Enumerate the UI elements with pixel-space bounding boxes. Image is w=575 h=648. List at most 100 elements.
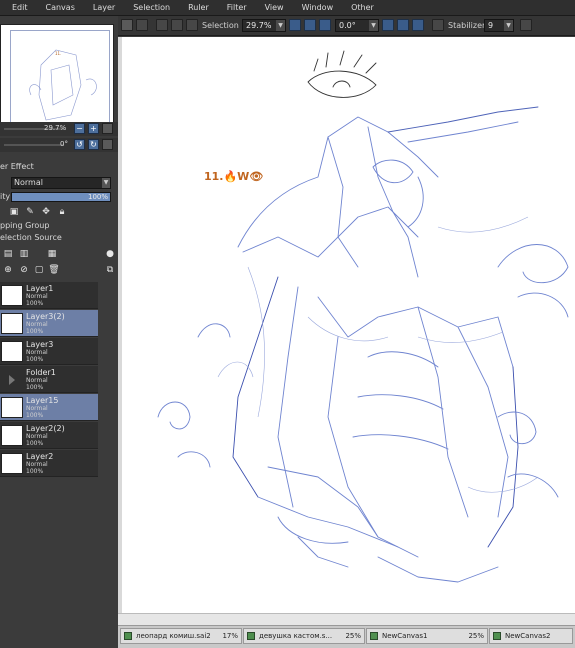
layer-name: Layer2: [26, 452, 54, 461]
clipping-group-label[interactable]: pping Group: [0, 221, 49, 230]
opacity-slider[interactable]: 100%: [11, 192, 111, 202]
layer-buttons-row1: ▤ ▥ ▦ ●: [0, 248, 118, 260]
layer-menu-icon[interactable]: ⧉: [102, 264, 118, 276]
invert-selection-button[interactable]: [171, 19, 183, 31]
layer-name: Folder1: [26, 368, 56, 377]
canvas-horizontal-scrollbar[interactable]: [118, 613, 575, 625]
document-tabs-bar: леопард комиш.sai2 17% девушка кастом.s.…: [118, 625, 575, 648]
svg-text:11.: 11.: [55, 51, 61, 56]
menu-ruler[interactable]: Ruler: [188, 0, 209, 16]
navigator-thumbnail: 11.: [29, 49, 97, 121]
pen-pressure-button[interactable]: [520, 19, 532, 31]
layer-thumbnail: [1, 341, 23, 362]
drawing-canvas[interactable]: 11.🔥W👁: [118, 37, 575, 614]
document-tab-name: девушка кастом.s...: [259, 632, 333, 640]
menu-canvas[interactable]: Canvas: [46, 0, 75, 16]
navigator-rotate-left-button[interactable]: ↺: [74, 139, 85, 150]
layer-list-scrollbar[interactable]: [100, 296, 118, 616]
selection-source-label[interactable]: election Source: [0, 233, 62, 242]
menu-selection[interactable]: Selection: [133, 0, 170, 16]
layer-item[interactable]: Layer3 Normal 100%: [0, 338, 98, 365]
rotation-combo[interactable]: 0.0° ▼: [335, 19, 379, 32]
canvas-vertical-scrollbar[interactable]: [118, 37, 122, 614]
menu-filter[interactable]: Filter: [227, 0, 247, 16]
navigator-zoom-reset-button[interactable]: [102, 123, 113, 134]
blend-mode-value: Normal: [14, 178, 43, 187]
layer-lock-row: ▣ ✎ ✥ 🔒︎: [6, 206, 70, 218]
document-tab[interactable]: NewCanvas2: [489, 628, 573, 644]
layer-mode: Normal: [26, 461, 48, 468]
stabilizer-combo[interactable]: 9 ▼: [484, 19, 514, 32]
menu-bar: Edit Canvas Layer Selection Ruler Filter…: [0, 0, 575, 16]
stabilizer-combo-value: 9: [488, 21, 494, 30]
layer-item[interactable]: Layer3(2) Normal 100%: [0, 310, 98, 337]
layer-mode: Normal: [26, 293, 48, 300]
layer-mode: Normal: [26, 405, 48, 412]
menu-window[interactable]: Window: [302, 0, 334, 16]
menu-view[interactable]: View: [265, 0, 284, 16]
canvas-file-icon: [124, 632, 132, 640]
navigator-zoom-in-button[interactable]: +: [88, 123, 99, 134]
layer-settings-icon[interactable]: ●: [102, 248, 118, 260]
lock-paint-icon[interactable]: ✎: [22, 206, 38, 218]
zoom-combo[interactable]: 29.7% ▼: [242, 19, 286, 32]
layer-item[interactable]: Layer1 Normal 100%: [0, 282, 98, 309]
navigator-rotate-row: 0° ↺ ↻: [0, 138, 118, 152]
lock-move-icon[interactable]: ✥: [38, 206, 54, 218]
layer-item[interactable]: Layer2 Normal 100%: [0, 450, 98, 477]
folder-item[interactable]: Folder1 Normal 100%: [0, 366, 98, 393]
clear-layer-icon[interactable]: ▢: [32, 264, 46, 276]
new-linework-layer-icon[interactable]: ▥: [16, 248, 32, 260]
menu-other[interactable]: Other: [351, 0, 374, 16]
layer-name: Layer3(2): [26, 312, 65, 321]
rotate-left-button[interactable]: [382, 19, 394, 31]
undo-button[interactable]: [121, 19, 133, 31]
navigator-preview[interactable]: 11.: [0, 24, 114, 134]
zoom-out-button[interactable]: [289, 19, 301, 31]
zoom-reset-button[interactable]: [319, 19, 331, 31]
flip-horizontal-button[interactable]: [432, 19, 444, 31]
protect-alpha-icon[interactable]: ▣: [6, 206, 22, 218]
folder-expand-icon[interactable]: [9, 375, 15, 385]
chevron-down-icon: ▼: [504, 20, 513, 31]
rotate-reset-button[interactable]: [412, 19, 424, 31]
layer-thumbnail: [1, 313, 23, 334]
deselect-button[interactable]: [156, 19, 168, 31]
canvas-file-icon: [247, 632, 255, 640]
navigator-rotate-slider[interactable]: [4, 144, 64, 146]
document-tab[interactable]: девушка кастом.s... 25%: [243, 628, 365, 644]
rotate-right-button[interactable]: [397, 19, 409, 31]
transfer-down-icon[interactable]: ⊕: [0, 264, 16, 276]
navigator-zoom-out-button[interactable]: −: [74, 123, 85, 134]
redo-button[interactable]: [136, 19, 148, 31]
layer-thumbnail: [1, 285, 23, 306]
layer-name: Layer3: [26, 340, 54, 349]
left-panel: 11. 29.7% − + 0° ↺ ↻ er Effect Normal ▼ …: [0, 16, 118, 648]
document-tab-name: леопард комиш.sai2: [136, 632, 211, 640]
layer-item[interactable]: Layer15 Normal 100%: [0, 394, 98, 421]
canvas-file-icon: [493, 632, 501, 640]
toolbar: Selection 29.7% ▼ 0.0° ▼ Stabilizer 9 ▼: [118, 16, 575, 36]
navigator-rotate-right-button[interactable]: ↻: [88, 139, 99, 150]
menu-layer[interactable]: Layer: [93, 0, 115, 16]
document-tab[interactable]: NewCanvas1 25%: [366, 628, 488, 644]
layer-opacity: 100%: [26, 412, 44, 419]
layer-name: Layer1: [26, 284, 54, 293]
canvas-file-icon: [370, 632, 378, 640]
blend-mode-select[interactable]: Normal ▼: [11, 177, 111, 189]
document-tab[interactable]: леопард комиш.sai2 17%: [120, 628, 242, 644]
layer-thumbnail: [1, 425, 23, 446]
menu-edit[interactable]: Edit: [12, 0, 28, 16]
document-tab-name: NewCanvas1: [382, 632, 428, 640]
new-layer-icon[interactable]: ▤: [0, 248, 16, 260]
new-folder-icon[interactable]: ▦: [32, 248, 72, 260]
lock-icon[interactable]: 🔒︎: [54, 206, 70, 218]
trash-icon[interactable]: 🗑︎: [46, 264, 62, 276]
merge-down-icon[interactable]: ⊘: [16, 264, 32, 276]
show-selection-button[interactable]: [186, 19, 198, 31]
layer-item[interactable]: Layer2(2) Normal 100%: [0, 422, 98, 449]
zoom-in-button[interactable]: [304, 19, 316, 31]
navigator-rotate-reset-button[interactable]: [102, 139, 113, 150]
chevron-down-icon: ▼: [276, 20, 285, 31]
layer-mode: Normal: [26, 433, 48, 440]
